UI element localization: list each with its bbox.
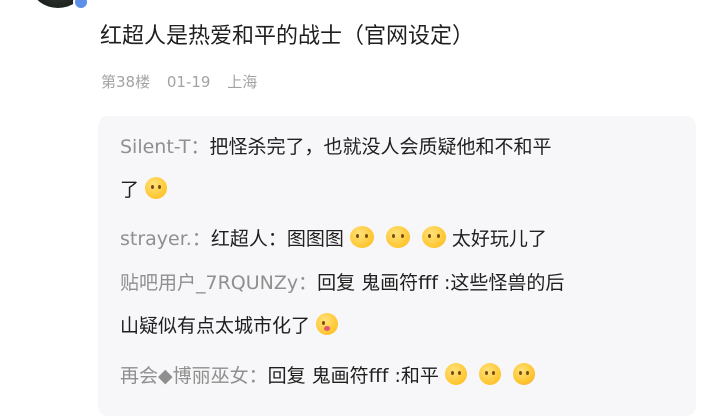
hands-cover-emoji-icon xyxy=(349,226,374,248)
post-location: 上海 xyxy=(227,73,258,91)
verified-badge-icon xyxy=(73,0,89,10)
smile-emoji-icon xyxy=(145,177,168,199)
reply-username[interactable]: strayer.： xyxy=(120,228,211,250)
reply-item[interactable]: Silent-T：把怪杀完了，也就没人会质疑他和不和平 了 xyxy=(120,126,680,212)
reply-text: 山疑似有点太城市化了 xyxy=(120,315,311,337)
worried-emoji-icon xyxy=(444,363,467,385)
floor-number: 第38楼 xyxy=(101,73,151,91)
hands-cover-emoji-icon xyxy=(421,226,446,248)
reply-text: 回复 鬼画符fff :和平 xyxy=(267,365,439,387)
post-date: 01-19 xyxy=(166,73,211,91)
reply-text: 回复 鬼画符fff :这些怪兽的后 xyxy=(317,272,565,294)
smile-emoji-icon xyxy=(478,363,501,385)
tongue-emoji-icon xyxy=(316,313,339,335)
post-meta: 第38楼 01-19 上海 xyxy=(101,71,269,93)
reply-text: 把怪杀完了，也就没人会质疑他和不和平 xyxy=(209,136,552,158)
reply-item[interactable]: 再会◆博丽巫女：回复 鬼画符fff :和平 xyxy=(120,355,680,398)
reply-username[interactable]: 再会◆博丽巫女： xyxy=(120,365,268,387)
blush-emoji-icon xyxy=(512,363,535,385)
hands-cover-emoji-icon xyxy=(385,226,410,248)
reply-username[interactable]: 贴吧用户_7RQUNZy： xyxy=(120,272,317,294)
reply-text: 红超人：图图图 xyxy=(210,228,344,250)
reply-username[interactable]: Silent-T： xyxy=(120,136,210,158)
reply-item[interactable]: strayer.：红超人：图图图 太好玩儿了 xyxy=(120,218,680,261)
reply-item[interactable]: 贴吧用户_7RQUNZy：回复 鬼画符fff :这些怪兽的后 山疑似有点太城市化… xyxy=(120,262,680,348)
reply-text: 了 xyxy=(120,179,140,201)
post-title: 红超人是热爱和平的战士（官网设定） xyxy=(100,24,475,49)
reply-text: 太好玩儿了 xyxy=(451,228,547,250)
